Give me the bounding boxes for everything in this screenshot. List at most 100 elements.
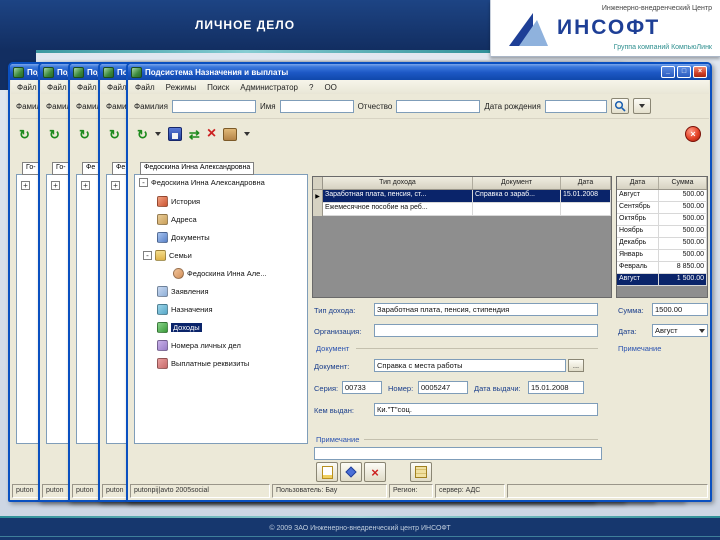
tree-item-incomes[interactable]: Доходы xyxy=(157,321,202,333)
close-button[interactable]: × xyxy=(693,66,707,78)
amounts-grid: Дата Сумма Август 500.00 Сентябрь 500.00 О… xyxy=(616,176,708,298)
tree-expander-icon[interactable]: + xyxy=(51,181,60,190)
note-group-label-bottom: Примечание xyxy=(316,435,360,444)
tree-expander-icon[interactable]: + xyxy=(111,181,120,190)
chevron-down-icon[interactable] xyxy=(244,132,251,136)
tree-expander-icon[interactable]: + xyxy=(21,181,30,190)
refresh-icon[interactable]: ↻ xyxy=(137,128,148,141)
payment-details-icon xyxy=(157,357,168,369)
save-icon[interactable] xyxy=(167,127,182,141)
name-label: Имя xyxy=(259,101,276,111)
refresh-icon[interactable]: ↻ xyxy=(109,128,120,141)
calculator-button[interactable] xyxy=(410,462,432,482)
footer: © 2009 ЗАО Инженерно-внедренческий центр… xyxy=(0,518,720,540)
tree-expander-icon[interactable]: + xyxy=(81,181,90,190)
search-button[interactable] xyxy=(610,98,629,114)
income-type-input[interactable]: Заработная плата, пенсия, стипендия xyxy=(374,303,598,316)
window-titlebar[interactable]: Подсистема Назначения и выплаты _ □ × xyxy=(128,64,710,80)
tree-root[interactable]: - Федоскина Инна Александровна xyxy=(139,178,265,187)
menu-item-oo[interactable]: ОО xyxy=(324,83,336,92)
tree-item-payment-details[interactable]: Выплатные реквизиты xyxy=(157,357,249,369)
footer-accent-line xyxy=(0,536,720,537)
issuer-label: Кем выдан: xyxy=(314,406,354,415)
person-tab-fragment: Го- xyxy=(52,162,70,175)
issue-date-input[interactable]: 15.01.2008 xyxy=(528,381,584,394)
amount-input[interactable]: 1500.00 xyxy=(652,303,708,316)
delete-icon[interactable]: × xyxy=(207,126,216,142)
person-tab[interactable]: Федоскина Инна Александровна xyxy=(140,162,255,175)
minimize-button[interactable]: _ xyxy=(661,66,675,78)
surname-input[interactable] xyxy=(171,99,256,113)
tree-item-family-member[interactable]: Федоскина Инна Але... xyxy=(173,267,267,279)
note-input[interactable] xyxy=(314,447,602,460)
col-income-type[interactable]: Тип дохода xyxy=(323,177,473,189)
collapse-icon[interactable]: - xyxy=(139,178,148,187)
amount-row-selected[interactable]: Август 1 500.00 xyxy=(617,274,707,286)
menu-item-file[interactable]: Файл xyxy=(77,83,97,92)
document-group-label: Документ xyxy=(316,344,350,353)
col-document[interactable]: Документ xyxy=(473,177,561,189)
slide: ЛИЧНОЕ ДЕЛО Инженерно-внедренческий Цент… xyxy=(0,0,720,540)
tree-item-applications[interactable]: Заявления xyxy=(157,285,209,297)
save-record-button[interactable] xyxy=(340,462,362,482)
logo-wordmark: ИНСОФТ xyxy=(557,16,661,39)
amount-row[interactable]: Август 500.00 xyxy=(617,190,707,202)
tree-item-addresses[interactable]: Адреса xyxy=(157,213,197,225)
date-select[interactable]: Август xyxy=(652,324,708,337)
issuer-input[interactable]: Ки."Т"соц. xyxy=(374,403,598,416)
organization-label: Организация: xyxy=(314,327,362,336)
series-input[interactable]: 00733 xyxy=(342,381,382,394)
maximize-button[interactable]: □ xyxy=(677,66,691,78)
menu-item-file[interactable]: Файл xyxy=(135,83,155,92)
note-group-label: Примечание xyxy=(618,344,662,353)
col-sum[interactable]: Сумма xyxy=(659,177,707,189)
amount-row[interactable]: Январь 500.00 xyxy=(617,250,707,262)
income-row[interactable]: Ежемесячное пособие на реб... xyxy=(313,203,611,216)
patronymic-input[interactable] xyxy=(396,99,481,113)
menu-item-file[interactable]: Файл xyxy=(17,83,37,92)
menu-item-help[interactable]: ? xyxy=(309,83,313,92)
menu-item-search[interactable]: Поиск xyxy=(207,83,229,92)
amount-row[interactable]: Декабрь 500.00 xyxy=(617,238,707,250)
page-title: ЛИЧНОЕ ДЕЛО xyxy=(194,18,296,32)
col-month[interactable]: Дата xyxy=(617,177,659,189)
new-record-button[interactable] xyxy=(316,462,338,482)
status-region: Регион: xyxy=(389,484,433,498)
tree-item-families[interactable]: - Семьи xyxy=(143,249,192,261)
amount-row[interactable]: Ноябрь 500.00 xyxy=(617,226,707,238)
chevron-down-icon[interactable] xyxy=(154,132,161,136)
income-row-selected[interactable]: ▶ Заработная плата, пенсия, ст... Справк… xyxy=(313,190,611,203)
calculator-icon xyxy=(415,466,427,478)
refresh-icon[interactable]: ↻ xyxy=(49,128,60,141)
organization-input[interactable] xyxy=(374,324,598,337)
tree-item-history[interactable]: История xyxy=(157,195,200,207)
save-record-icon xyxy=(345,466,357,478)
refresh-icon[interactable]: ↻ xyxy=(79,128,90,141)
birthdate-input[interactable] xyxy=(544,99,607,113)
tree-item-case-numbers[interactable]: Номера личных дел xyxy=(157,339,241,351)
menu-item-file[interactable]: Файл xyxy=(47,83,67,92)
tree-item-documents[interactable]: Документы xyxy=(157,231,210,243)
number-input[interactable]: 0005247 xyxy=(418,381,468,394)
refresh-icon[interactable]: ↻ xyxy=(19,128,30,141)
tree-item-assignments[interactable]: Назначения xyxy=(157,303,213,315)
incomes-icon xyxy=(157,321,168,333)
menu-item-modes[interactable]: Режимы xyxy=(166,83,196,92)
document-input[interactable]: Справка с места работы xyxy=(374,359,566,372)
status-path: putonpij|avto 2005social xyxy=(130,484,270,498)
search-options-button[interactable] xyxy=(632,98,651,114)
menu-item-file[interactable]: Файл xyxy=(107,83,127,92)
name-input[interactable] xyxy=(279,99,354,113)
main-window: Подсистема Назначения и выплаты _ □ × Фа… xyxy=(126,62,712,502)
close-form-button[interactable]: × xyxy=(685,126,701,142)
col-date[interactable]: Дата xyxy=(561,177,611,189)
delete-record-button[interactable]: × xyxy=(364,462,386,482)
package-icon[interactable] xyxy=(223,127,238,141)
amount-row[interactable]: Сентябрь 500.00 xyxy=(617,202,707,214)
collapse-icon[interactable]: - xyxy=(143,250,152,260)
document-browse-button[interactable]: ... xyxy=(568,359,584,372)
transfer-icon[interactable]: ⇄ xyxy=(189,128,200,141)
amount-row[interactable]: Октябрь 500.00 xyxy=(617,214,707,226)
amount-row[interactable]: Февраль 8 850.00 xyxy=(617,262,707,274)
menu-item-admin[interactable]: Администратор xyxy=(240,83,298,92)
